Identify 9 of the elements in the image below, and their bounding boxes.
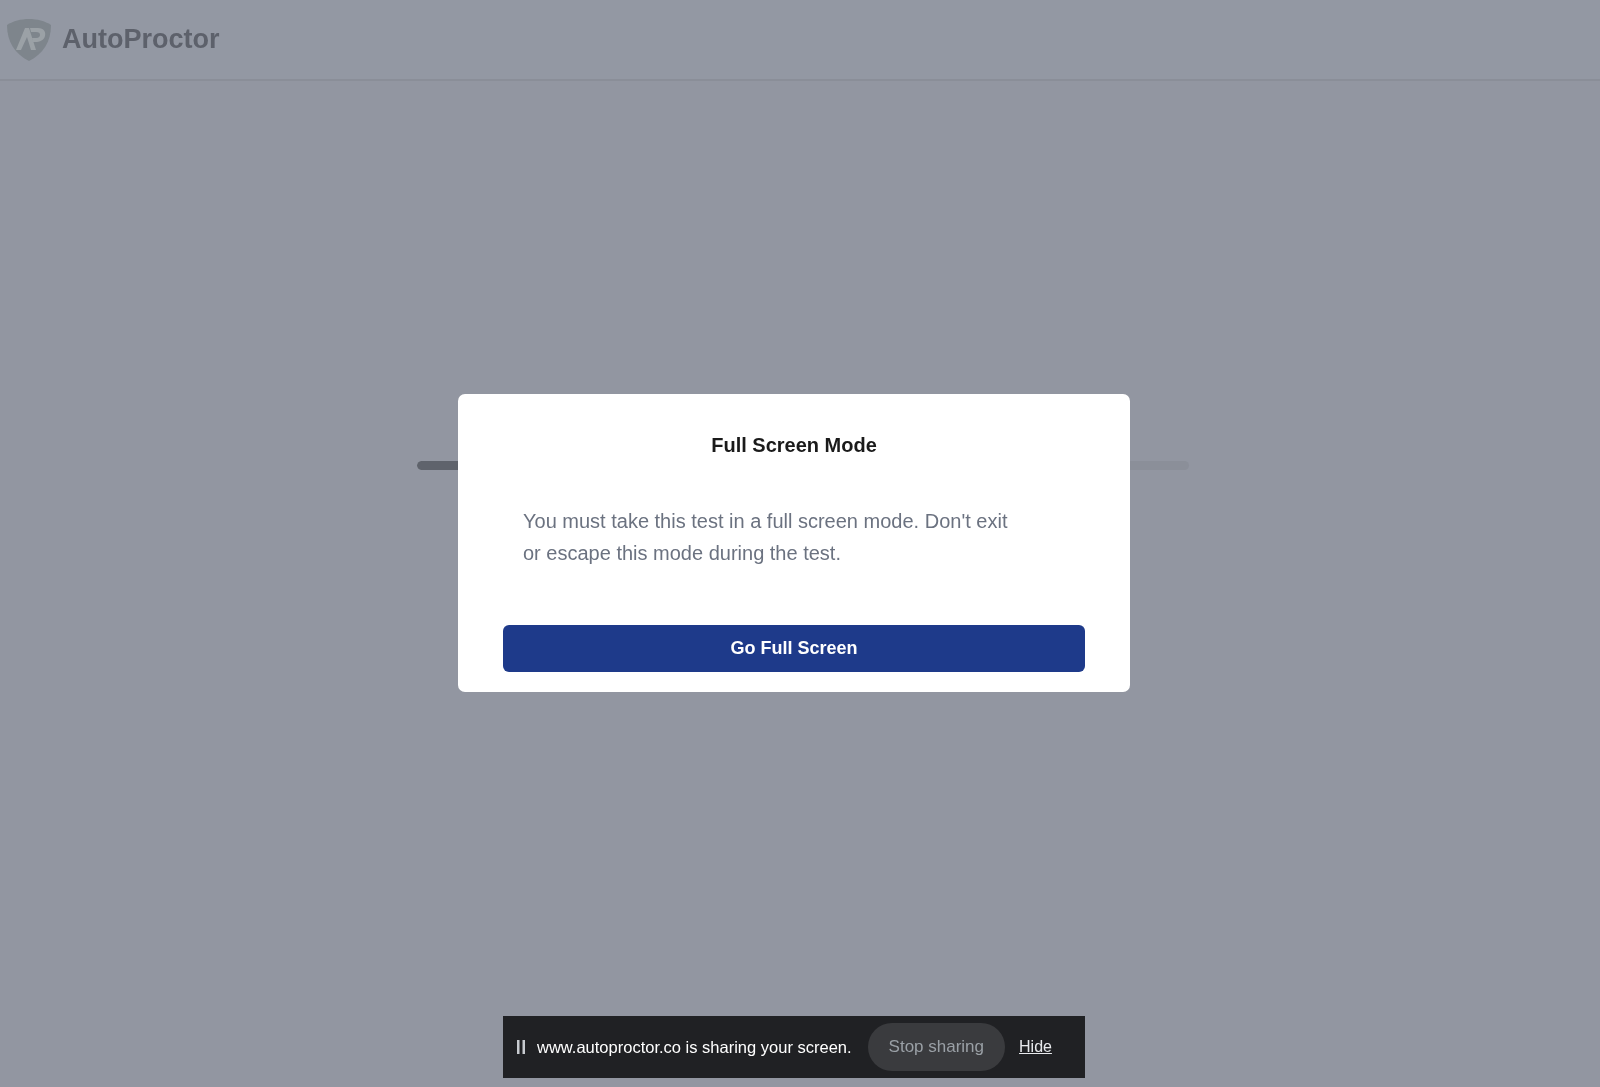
pause-icon <box>517 1040 525 1054</box>
stop-sharing-button[interactable]: Stop sharing <box>867 1023 1006 1071</box>
shield-logo-icon <box>6 17 52 62</box>
go-full-screen-button[interactable]: Go Full Screen <box>503 625 1085 672</box>
brand-name: AutoProctor <box>62 24 220 55</box>
hide-link[interactable]: Hide <box>1019 1038 1052 1056</box>
modal-title: Full Screen Mode <box>710 434 878 457</box>
sharing-message: www.autoproctor.co is sharing your screen. <box>537 1037 852 1057</box>
modal-message: You must take this test in a full screen mode. Don't exit or escape this mode during the test. <box>522 509 1009 566</box>
